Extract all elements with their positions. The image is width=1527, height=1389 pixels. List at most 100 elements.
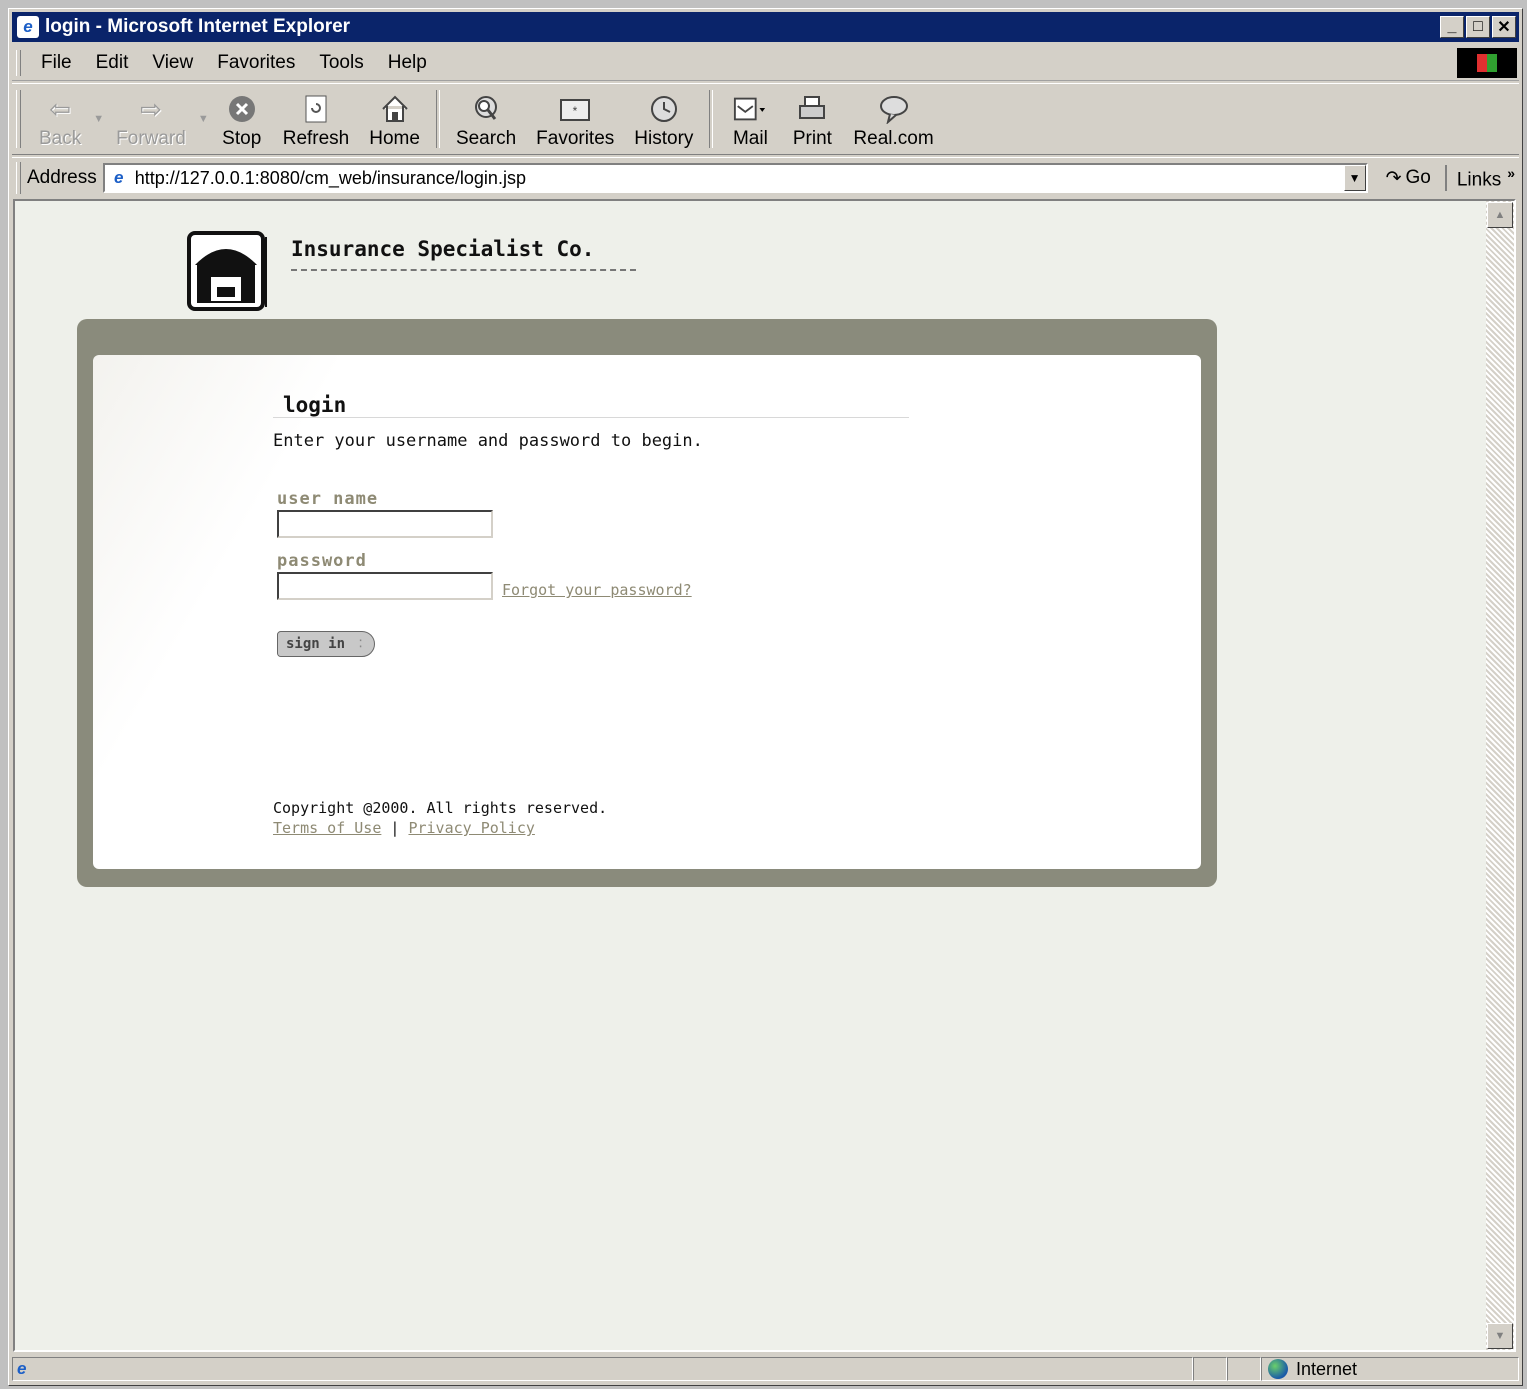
menu-view[interactable]: View <box>140 52 205 74</box>
refresh-button[interactable]: Refresh <box>273 88 360 150</box>
address-grip[interactable] <box>16 162 21 194</box>
toolbar-separator <box>435 90 440 148</box>
go-button[interactable]: ↷ Go <box>1386 167 1431 190</box>
login-panel-body: login Enter your username and password t… <box>93 355 1201 869</box>
back-button[interactable]: ⇦ Back <box>29 88 91 150</box>
stop-icon <box>225 94 259 124</box>
history-button[interactable]: History <box>624 88 703 150</box>
security-zone: Internet <box>1261 1357 1519 1381</box>
svg-text:*: * <box>573 104 578 118</box>
home-button[interactable]: Home <box>359 88 430 150</box>
menu-bar: File Edit View Favorites Tools Help <box>12 46 1519 81</box>
scroll-down-icon[interactable]: ▼ <box>1487 1323 1513 1349</box>
print-button[interactable]: Print <box>781 88 843 150</box>
address-dropdown-icon[interactable]: ▼ <box>1343 165 1366 191</box>
forgot-password-link[interactable]: Forgot your password? <box>502 581 692 599</box>
username-field[interactable] <box>277 510 493 538</box>
privacy-policy-link[interactable]: Privacy Policy <box>408 819 534 837</box>
realcom-icon <box>877 94 911 124</box>
realcom-label: Real.com <box>853 128 934 149</box>
links-button[interactable]: Links » <box>1444 164 1515 192</box>
minimize-button[interactable]: _ <box>1440 16 1464 38</box>
mail-label: Mail <box>732 128 768 149</box>
menu-grip[interactable] <box>16 50 21 76</box>
forward-button[interactable]: ⇨ Forward <box>106 88 196 150</box>
button-grip-icon: ⁚ <box>359 638 363 650</box>
favorites-folder-icon: * <box>558 94 592 124</box>
favorites-button[interactable]: * Favorites <box>526 88 624 150</box>
login-heading: login <box>283 393 347 417</box>
terms-of-use-link[interactable]: Terms of Use <box>273 819 381 837</box>
forward-label: Forward <box>116 128 186 149</box>
page-icon: e <box>113 168 124 187</box>
close-button[interactable]: ✕ <box>1492 16 1516 38</box>
page-viewport: Insurance Specialist Co. login Enter you… <box>13 199 1516 1352</box>
login-panel: login Enter your username and password t… <box>77 319 1217 887</box>
password-label: password <box>277 551 367 571</box>
page-status-icon: e <box>17 1359 27 1378</box>
address-bar: Address e http://127.0.0.1:8080/cm_web/i… <box>12 157 1519 198</box>
status-cell <box>1227 1357 1261 1381</box>
stop-button[interactable]: Stop <box>211 88 273 150</box>
search-button[interactable]: Search <box>446 88 526 150</box>
back-dropdown-icon[interactable]: ▼ <box>93 113 104 125</box>
mail-button[interactable]: Mail <box>719 88 781 150</box>
back-arrow-icon: ⇦ <box>49 93 72 124</box>
stop-label: Stop <box>222 128 262 149</box>
intro-text: Enter your username and password to begi… <box>273 431 703 451</box>
footer-separator: | <box>390 819 400 837</box>
toolbar-separator <box>709 90 714 148</box>
chevron-right-icon: » <box>1507 164 1515 181</box>
sign-in-button[interactable]: sign in ⁚ <box>277 631 375 657</box>
company-underline <box>291 269 636 271</box>
heading-divider <box>273 417 909 418</box>
window-title: login - Microsoft Internet Explorer <box>45 16 351 37</box>
windows-logo-icon <box>1457 48 1517 78</box>
links-label: Links <box>1456 169 1502 191</box>
toolbar-grip[interactable] <box>16 90 21 148</box>
forward-dropdown-icon[interactable]: ▼ <box>198 113 209 125</box>
mail-icon <box>733 94 767 124</box>
history-label: History <box>634 128 694 149</box>
company-name: Insurance Specialist Co. <box>291 237 595 261</box>
address-input[interactable]: e http://127.0.0.1:8080/cm_web/insurance… <box>102 163 1368 193</box>
search-label: Search <box>455 128 517 149</box>
copyright-text: Copyright @2000. All rights reserved. <box>273 799 608 817</box>
maximize-button[interactable]: □ <box>1466 16 1490 38</box>
title-bar[interactable]: e login - Microsoft Internet Explorer _ … <box>12 12 1519 42</box>
search-icon <box>469 94 503 124</box>
scroll-up-icon[interactable]: ▲ <box>1487 202 1513 228</box>
home-label: Home <box>369 128 420 149</box>
back-label: Back <box>39 128 82 149</box>
history-icon <box>647 94 681 124</box>
status-message: e <box>12 1357 1193 1381</box>
internet-globe-icon <box>1268 1359 1288 1379</box>
menu-file[interactable]: File <box>29 52 84 74</box>
menu-edit[interactable]: Edit <box>84 52 141 74</box>
menu-help[interactable]: Help <box>376 52 439 74</box>
company-logo-icon <box>187 231 267 311</box>
printer-icon <box>795 94 829 124</box>
standard-toolbar: ⇦ Back ▼ ⇨ Forward ▼ Stop Refresh Home S… <box>12 83 1519 155</box>
go-label: Go <box>1405 167 1431 188</box>
footer-links: Terms of Use | Privacy Policy <box>273 819 535 837</box>
home-icon <box>378 94 412 124</box>
password-field[interactable] <box>277 572 493 600</box>
print-label: Print <box>792 128 832 149</box>
address-label: Address <box>27 167 97 188</box>
ie-logo-icon: e <box>17 16 39 38</box>
vertical-scrollbar[interactable]: ▲ ▼ <box>1486 201 1514 1350</box>
browser-window: e login - Microsoft Internet Explorer _ … <box>8 8 1523 1386</box>
menu-tools[interactable]: Tools <box>307 52 375 74</box>
sign-in-label: sign in <box>286 636 346 652</box>
zone-label: Internet <box>1296 1358 1358 1379</box>
refresh-icon <box>299 94 333 124</box>
forward-arrow-icon: ⇨ <box>140 93 162 124</box>
address-url[interactable]: http://127.0.0.1:8080/cm_web/insurance/l… <box>135 168 1344 189</box>
menu-favorites[interactable]: Favorites <box>205 52 307 74</box>
username-label: user name <box>277 489 379 509</box>
status-cell <box>1193 1357 1227 1381</box>
go-arrow-icon: ↷ <box>1385 167 1402 189</box>
realcom-button[interactable]: Real.com <box>843 88 943 150</box>
refresh-label: Refresh <box>282 128 350 149</box>
